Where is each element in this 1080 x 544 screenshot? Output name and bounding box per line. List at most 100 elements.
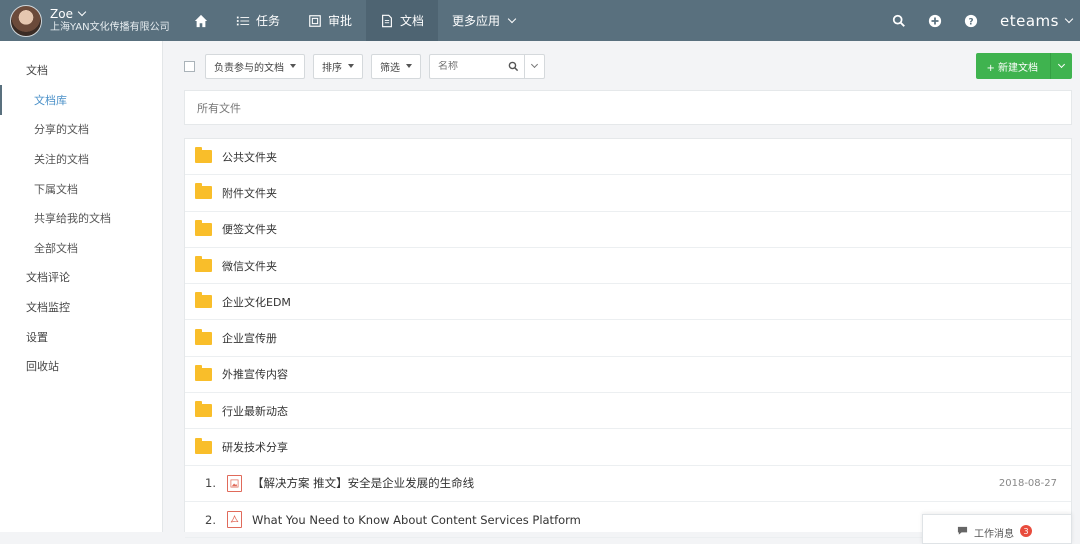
document-icon (382, 14, 392, 27)
new-document-button[interactable]: + 新建文档 (976, 53, 1072, 79)
breadcrumb-all-files[interactable]: 所有文件 (197, 100, 241, 116)
folder-icon (195, 183, 212, 200)
nav-docs-label: 文档 (400, 14, 425, 28)
sidebar-item-subordinate[interactable]: 下属文档 (0, 174, 162, 204)
sort-dropdown[interactable]: 排序 (313, 53, 363, 79)
chevron-down-icon (530, 60, 539, 69)
folder-name: 研发技术分享 (222, 441, 288, 455)
folder-row[interactable]: 行业最新动态 (185, 393, 1071, 430)
top-nav-bar: Zoe 上海YAN文化传播有限公司 任务 审批 文档 更多应用 ? eteams (0, 0, 1080, 41)
document-date: 2018-08-27 (998, 477, 1057, 489)
sidebar-item-all-docs[interactable]: 全部文档 (0, 233, 162, 263)
filter-dropdown[interactable]: 筛选 (371, 53, 421, 79)
search-input[interactable] (430, 60, 502, 72)
sidebar-item-shared[interactable]: 分享的文档 (0, 115, 162, 145)
folder-name: 行业最新动态 (222, 404, 288, 418)
list-icon (236, 16, 250, 25)
folder-row[interactable]: 企业宣传册 (185, 320, 1071, 357)
nav-tasks[interactable]: 任务 (222, 0, 294, 41)
sidebar-item-comments[interactable]: 文档评论 (0, 263, 162, 293)
folder-row[interactable]: 便签文件夹 (185, 212, 1071, 248)
user-menu[interactable]: Zoe 上海YAN文化传播有限公司 (0, 0, 180, 41)
chevron-down-icon (1057, 60, 1066, 69)
chevron-down-icon (1064, 14, 1074, 24)
folder-row[interactable]: 微信文件夹 (185, 248, 1071, 285)
folder-name: 企业文化EDM (222, 295, 291, 309)
folder-row[interactable]: 研发技术分享 (185, 429, 1071, 466)
sort-label: 排序 (322, 62, 342, 74)
nav-approval-label: 审批 (328, 14, 353, 28)
avatar[interactable] (10, 4, 42, 37)
message-count-badge: 3 (1020, 525, 1032, 537)
nav-approval[interactable]: 审批 (294, 0, 366, 41)
main-nav: 任务 审批 文档 更多应用 (180, 0, 529, 41)
folder-name: 企业宣传册 (222, 332, 277, 346)
owner-filter-label: 负责参与的文档 (214, 62, 284, 74)
user-org: 上海YAN文化传播有限公司 (50, 21, 170, 33)
svg-text:?: ? (968, 17, 973, 27)
sidebar-item-settings[interactable]: 设置 (0, 322, 162, 352)
sidebar-item-docs[interactable]: 文档 (0, 41, 162, 85)
caret-down-icon (348, 64, 354, 68)
sidebar-item-monitor[interactable]: 文档监控 (0, 292, 162, 322)
pdf-file-icon (227, 511, 242, 529)
search-icon[interactable] (892, 14, 906, 28)
nav-docs[interactable]: 文档 (366, 0, 439, 41)
folder-icon (195, 364, 212, 381)
sidebar-item-library[interactable]: 文档库 (0, 85, 162, 115)
brand-logo: eteams (1000, 11, 1059, 30)
folder-icon (195, 147, 212, 164)
sidebar-item-shared-to-me[interactable]: 共享给我的文档 (0, 203, 162, 233)
approval-icon (309, 14, 321, 27)
nav-tasks-label: 任务 (256, 14, 281, 28)
filter-label: 筛选 (380, 62, 400, 74)
file-list: 公共文件夹 附件文件夹 便签文件夹 微信文件夹 企业文化EDM 企业宣传册 外推… (184, 138, 1072, 539)
select-all-checkbox[interactable] (184, 60, 195, 72)
chat-icon (957, 526, 968, 535)
document-index: 1. (205, 476, 216, 491)
chevron-down-icon (507, 14, 517, 24)
folder-row[interactable]: 企业文化EDM (185, 284, 1071, 321)
folder-name: 公共文件夹 (222, 150, 277, 164)
breadcrumb: 所有文件 (184, 90, 1072, 125)
work-message-tab[interactable]: 工作消息 3 (922, 514, 1072, 544)
sidebar-item-followed[interactable]: 关注的文档 (0, 144, 162, 174)
search-icon[interactable] (502, 61, 524, 72)
nav-more-apps[interactable]: 更多应用 (438, 0, 529, 41)
home-icon (194, 14, 208, 27)
sidebar-item-recycle-bin[interactable]: 回收站 (0, 351, 162, 381)
new-document-dropdown[interactable] (1050, 53, 1072, 79)
document-row[interactable]: 1. 【解决方案 推文】安全是企业发展的生命线 2018-08-27 (185, 466, 1071, 502)
search-box (429, 53, 545, 79)
folder-row[interactable]: 外推宣传内容 (185, 357, 1071, 394)
owner-filter-dropdown[interactable]: 负责参与的文档 (205, 53, 305, 79)
folder-row[interactable]: 附件文件夹 (185, 175, 1071, 212)
document-title: What You Need to Know About Content Serv… (252, 512, 581, 527)
work-message-label: 工作消息 (974, 529, 1014, 540)
help-icon[interactable]: ? (964, 14, 978, 28)
folder-name: 微信文件夹 (222, 259, 277, 273)
caret-down-icon (406, 64, 412, 68)
folder-icon (195, 256, 212, 273)
image-file-icon (227, 474, 242, 492)
folder-icon (195, 219, 212, 236)
new-document-label: + 新建文档 (986, 62, 1038, 74)
folder-icon (195, 437, 212, 454)
folder-icon (195, 292, 212, 309)
search-options-dropdown[interactable] (524, 54, 544, 78)
nav-home[interactable] (180, 0, 222, 41)
document-title: 【解决方案 推文】安全是企业发展的生命线 (252, 476, 475, 491)
caret-down-icon (290, 64, 296, 68)
brand-menu[interactable]: eteams (1000, 11, 1074, 30)
document-index: 2. (205, 512, 216, 527)
nav-more-label: 更多应用 (452, 14, 501, 28)
folder-name: 便签文件夹 (222, 223, 277, 237)
doc-toolbar: 负责参与的文档 排序 筛选 + 新建文档 (184, 53, 1072, 79)
sidebar: 文档 文档库 分享的文档 关注的文档 下属文档 共享给我的文档 全部文档 文档评… (0, 41, 163, 532)
folder-icon (195, 401, 212, 418)
add-circle-icon[interactable] (928, 14, 942, 28)
folder-row[interactable]: 公共文件夹 (185, 139, 1071, 176)
user-name: Zoe (50, 6, 73, 21)
chevron-down-icon (77, 7, 87, 17)
folder-icon (195, 328, 212, 345)
